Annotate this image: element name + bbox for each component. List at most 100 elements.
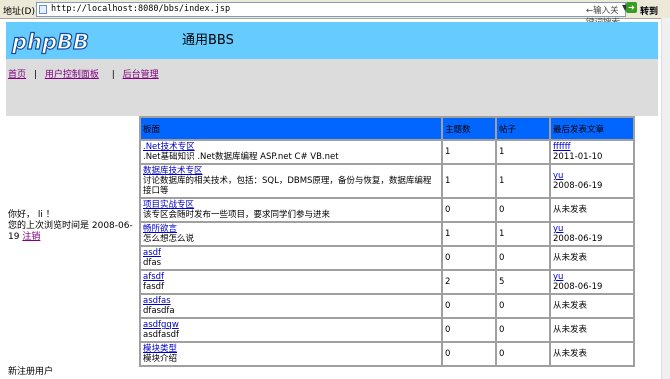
nav-admin-link[interactable]: 后台管理 [123, 70, 159, 80]
table-row: asdfas dfasdfa 0 0 从未发表 [140, 294, 634, 318]
post-count: 0 [496, 246, 550, 270]
register-link[interactable]: 新注册用户 [8, 364, 53, 377]
forum-cell: asdfgqw asdfasdf [140, 318, 442, 342]
post-count: 0 [496, 318, 550, 342]
topic-count: 1 [442, 164, 496, 198]
forum-name-link[interactable]: afsdf [143, 272, 164, 282]
column-header: 板面 [140, 117, 442, 140]
forum-name-link[interactable]: asdfas [143, 296, 171, 306]
nav-bar: 首页 | 用户控制面板 | 后台管理 [6, 59, 658, 116]
last-post-user-link[interactable]: yu [553, 171, 563, 181]
last-post-none: 从未发表 [553, 301, 588, 311]
nav-links: 首页 | 用户控制面板 | 后台管理 [8, 67, 159, 80]
last-post-cell: yu 2008-06-19 [550, 164, 634, 198]
last-post-cell: yu 2008-06-19 [550, 222, 634, 246]
nav-separator: | [33, 70, 37, 80]
forum-desc: 该专区会随时发布一些项目，要求同学们参与进来 [143, 210, 331, 220]
topic-count: 0 [442, 294, 496, 318]
table-row: .Net技术专区 .Net基础知识 .Net数据库编程 ASP.net C# VB… [140, 140, 634, 164]
last-post-user-link[interactable]: yu [553, 224, 563, 234]
post-count: 0 [496, 342, 550, 366]
last-post-user-link[interactable]: ffffff [553, 142, 571, 152]
forum-name-link[interactable]: 模块类型 [143, 344, 177, 354]
last-post-user-link[interactable]: yu [553, 272, 563, 282]
post-count: 1 [496, 222, 550, 246]
last-post-date: 2011-01-10 [553, 152, 603, 162]
forum-name-link[interactable]: .Net技术专区 [143, 142, 195, 152]
forum-name-link[interactable]: 畅所欲言 [143, 224, 177, 234]
topic-count: 1 [442, 140, 496, 164]
phpbb-logo: phpBB [10, 29, 89, 54]
last-post-cell: yu 2008-06-19 [550, 270, 634, 294]
greeting: 你好， li ！ [8, 210, 55, 220]
forum-desc: .Net基础知识 .Net数据库编程 ASP.net C# VB.net [143, 152, 339, 162]
column-header: 最后发表文章 [550, 117, 634, 140]
site-title: 通用BBS [182, 33, 234, 48]
forum-cell: 数据库技术专区 讨论数据库的相关技术，包括：SQL，DBMS原理，备份与恢复，数据… [140, 164, 442, 198]
table-row: 模块类型 模块介绍 0 0 从未发表 [140, 342, 634, 366]
post-count: 0 [496, 198, 550, 222]
forum-desc: dfasdfa [143, 306, 175, 316]
table-row: 项目实战专区 该专区会随时发布一些项目，要求同学们参与进来 0 0 从未发表 [140, 198, 634, 222]
topic-count: 0 [442, 198, 496, 222]
topic-count: 0 [442, 246, 496, 270]
forum-name-link[interactable]: 项目实战专区 [143, 200, 194, 210]
forum-cell: 模块类型 模块介绍 [140, 342, 442, 366]
nav-home-link[interactable]: 首页 [8, 70, 26, 80]
forum-cell: afsdf fasdf [140, 270, 442, 294]
nav-separator: | [111, 70, 115, 80]
logout-link[interactable]: 注销 [22, 232, 40, 242]
forum-cell: .Net技术专区 .Net基础知识 .Net数据库编程 ASP.net C# VB… [140, 140, 442, 164]
forum-name-link[interactable]: asdfgqw [143, 320, 179, 330]
table-row: asdf dfas 0 0 从未发表 [140, 246, 634, 270]
last-post-cell: 从未发表 [550, 318, 634, 342]
last-visit-text: 您的上次浏览时间是 2008-06-19 注销 [8, 221, 133, 242]
vertical-scrollbar[interactable] [661, 18, 670, 379]
table-row: afsdf fasdf 2 5 yu 2008-06-19 [140, 270, 634, 294]
forum-cell: asdf dfas [140, 246, 442, 270]
svg-text:phpBB: phpBB [11, 30, 89, 54]
nav-user-panel-link[interactable]: 用户控制面板 [45, 70, 99, 80]
post-count: 0 [496, 294, 550, 318]
go-button[interactable]: 转到 [640, 4, 658, 17]
last-post-none: 从未发表 [553, 325, 588, 335]
last-post-date: 2008-06-19 [553, 282, 603, 292]
last-post-none: 从未发表 [553, 205, 588, 215]
table-row: 畅所欲言 怎么想怎么说 1 1 yu 2008-06-19 [140, 222, 634, 246]
user-info: 你好， li ！ 您的上次浏览时间是 2008-06-19 注销 [8, 210, 133, 243]
post-count: 1 [496, 140, 550, 164]
url-text: http://localhost:8080/bbs/index.jsp [51, 4, 231, 14]
forum-rows: .Net技术专区 .Net基础知识 .Net数据库编程 ASP.net C# VB… [140, 140, 634, 366]
forum-desc: 讨论数据库的相关技术，包括：SQL，DBMS原理，备份与恢复，数据库编程接口等 [143, 176, 432, 196]
forum-cell: asdfas dfasdfa [140, 294, 442, 318]
address-label: 地址(D) [3, 7, 35, 17]
url-input[interactable]: http://localhost:8080/bbs/index.jsp ←输入关… [36, 2, 626, 28]
forum-desc: dfas [143, 258, 162, 268]
topic-count: 0 [442, 318, 496, 342]
browser-address-bar: 地址(D) http://localhost:8080/bbs/index.js… [0, 0, 670, 28]
site-banner: phpBB 通用BBS [6, 22, 658, 59]
forum-desc: 怎么想怎么说 [143, 234, 195, 244]
last-post-date: 2008-06-19 [553, 234, 603, 244]
last-post-cell: 从未发表 [550, 342, 634, 366]
last-post-date: 2008-06-19 [553, 181, 603, 191]
post-count: 5 [496, 270, 550, 294]
last-post-none: 从未发表 [553, 349, 588, 359]
last-post-cell: 从未发表 [550, 198, 634, 222]
forum-cell: 畅所欲言 怎么想怎么说 [140, 222, 442, 246]
last-post-cell: 从未发表 [550, 294, 634, 318]
table-header-row: 板面 主题数 帖子 最后发表文章 [140, 117, 634, 140]
forum-desc: 模块介绍 [143, 354, 178, 364]
column-header: 帖子 [496, 117, 550, 140]
page-icon [39, 5, 47, 14]
go-arrow-icon[interactable]: ➜ [626, 2, 637, 13]
forum-cell: 项目实战专区 该专区会随时发布一些项目，要求同学们参与进来 [140, 198, 442, 222]
topic-count: 2 [442, 270, 496, 294]
topic-count: 0 [442, 342, 496, 366]
last-post-cell: ffffff 2011-01-10 [550, 140, 634, 164]
forum-table: 板面 主题数 帖子 最后发表文章 .Net技术专区 .Net基础知识 .Net数据… [139, 116, 635, 367]
column-header: 主题数 [442, 117, 496, 140]
forum-name-link[interactable]: asdf [143, 248, 161, 258]
table-row: asdfgqw asdfasdf 0 0 从未发表 [140, 318, 634, 342]
forum-name-link[interactable]: 数据库技术专区 [143, 166, 203, 176]
